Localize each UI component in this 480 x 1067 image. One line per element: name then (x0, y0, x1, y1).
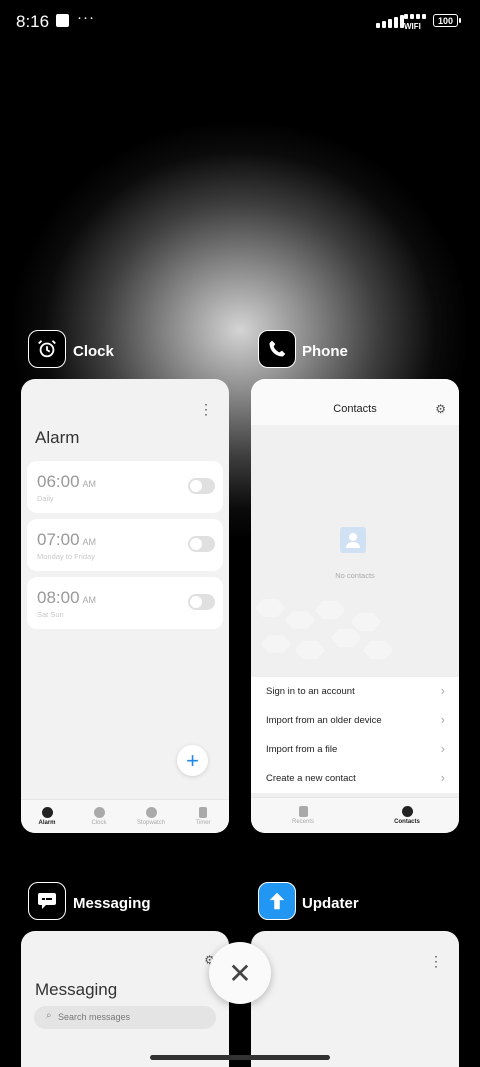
menu-label: Sign in to an account (266, 686, 355, 697)
home-gesture-bar[interactable] (150, 1055, 330, 1060)
alarm-row[interactable]: 07:00 AM Monday to Friday (27, 519, 223, 571)
hex-pattern (285, 611, 315, 629)
overflow-menu-icon[interactable]: ⋮ (199, 401, 213, 418)
phone-app-card[interactable]: Contacts ⚙ No contacts Sign in to an acc… (251, 379, 459, 833)
tab-recents[interactable]: Recents (251, 798, 355, 833)
phone-tab-bar: Recents Contacts (251, 797, 459, 833)
messaging-app-card[interactable]: ⚙ Messaging ⌕ Search messages (21, 931, 229, 1067)
wifi-icon (404, 13, 426, 19)
alarm-repeat: Sat Sun (37, 610, 64, 619)
search-input[interactable]: ⌕ Search messages (34, 1006, 216, 1029)
alarm-toggle[interactable] (188, 536, 215, 552)
tab-label: Contacts (394, 819, 420, 825)
phone-tab-icon (298, 806, 308, 817)
alarm-ampm: AM (82, 537, 97, 547)
app-label-clock: Clock (73, 343, 114, 360)
tab-label: Timer (195, 820, 211, 826)
hex-pattern (363, 641, 393, 659)
add-alarm-button[interactable]: + (177, 745, 208, 776)
tab-label: Recents (291, 819, 314, 825)
app-label-messaging: Messaging (73, 895, 151, 912)
chevron-right-icon: › (440, 741, 445, 756)
person-tab-icon (401, 806, 413, 817)
alarm-time-value: 08:00 (37, 588, 80, 607)
hex-pattern (315, 601, 345, 619)
empty-contacts-text: No contacts (335, 571, 375, 580)
contact-placeholder-icon (340, 527, 366, 553)
menu-import-older-device[interactable]: Import from an older device › (251, 706, 459, 735)
alarm-tab-icon (41, 807, 53, 818)
overflow-menu-icon[interactable]: ⋮ (429, 953, 443, 970)
hourglass-tab-icon (199, 807, 207, 818)
tab-contacts[interactable]: Contacts (355, 798, 459, 833)
signal-icon (376, 14, 404, 28)
arrow-up-icon[interactable] (258, 882, 296, 920)
tab-clock[interactable]: Clock (73, 800, 125, 833)
status-bar: 8:16 ··· WIFI 100 (0, 0, 480, 44)
hex-pattern (331, 629, 361, 647)
chevron-right-icon: › (440, 770, 445, 785)
contacts-title: Contacts (333, 403, 377, 415)
close-icon: ✕ (228, 957, 252, 989)
phone-handset-icon[interactable] (258, 330, 296, 368)
clear-all-button[interactable]: ✕ (209, 942, 271, 1004)
alarm-toggle[interactable] (188, 594, 215, 610)
stopwatch-tab-icon (145, 807, 157, 818)
tab-label: Stopwatch (136, 820, 166, 826)
alarm-time-value: 07:00 (37, 530, 80, 549)
alarm-page-title: Alarm (35, 428, 80, 447)
alarm-repeat: Daily (37, 494, 54, 503)
tab-stopwatch[interactable]: Stopwatch (125, 800, 177, 833)
hex-pattern (261, 635, 291, 653)
battery-level: 100 (437, 15, 454, 26)
updater-app-card[interactable]: ⋮ (251, 931, 459, 1067)
alarm-time: 07:00 AM (37, 530, 96, 550)
app-label-updater: Updater (302, 895, 359, 912)
tab-timer[interactable]: Timer (177, 800, 229, 833)
search-icon: ⌕ (46, 1010, 52, 1021)
tab-alarm[interactable]: Alarm (21, 800, 73, 833)
menu-sign-in[interactable]: Sign in to an account › (251, 677, 459, 706)
hex-pattern (351, 613, 381, 631)
notification-square-icon (56, 14, 69, 27)
hex-pattern (295, 641, 325, 659)
menu-create-contact[interactable]: Create a new contact › (251, 764, 459, 793)
alarm-ampm: AM (82, 595, 97, 605)
search-placeholder: Search messages (58, 1012, 131, 1022)
menu-label: Import from a file (266, 744, 338, 755)
chevron-right-icon: › (440, 712, 445, 727)
app-label-phone: Phone (302, 343, 348, 360)
status-time: 8:16 (16, 12, 50, 31)
wifi-label: WIFI (404, 22, 421, 31)
alarm-time: 06:00 AM (37, 472, 96, 492)
clock-app-card[interactable]: ⋮ Alarm 06:00 AM Daily 07:00 AM Monday to … (21, 379, 229, 833)
settings-gear-icon[interactable]: ⚙ (435, 402, 446, 416)
clock-tab-bar: Alarm Clock Stopwatch Timer (21, 799, 229, 833)
alarm-row[interactable]: 08:00 AM Sat Sun (27, 577, 223, 629)
alarm-clock-icon[interactable] (28, 330, 66, 368)
clock-tab-icon (93, 807, 105, 818)
chevron-right-icon: › (440, 683, 445, 698)
tab-label: Alarm (38, 820, 56, 826)
more-notifications-icon: ··· (77, 9, 95, 26)
alarm-repeat: Monday to Friday (37, 552, 95, 561)
alarm-row[interactable]: 06:00 AM Daily (27, 461, 223, 513)
menu-label: Import from an older device (266, 715, 382, 726)
menu-import-file[interactable]: Import from a file › (251, 735, 459, 764)
hex-pattern (255, 599, 285, 617)
tab-label: Clock (91, 820, 107, 826)
alarm-toggle[interactable] (188, 478, 215, 494)
alarm-ampm: AM (82, 479, 97, 489)
messaging-title: Messaging (35, 980, 118, 999)
alarm-time: 08:00 AM (37, 588, 96, 608)
alarm-time-value: 06:00 (37, 472, 80, 491)
message-bubble-icon[interactable] (28, 882, 66, 920)
contacts-header (251, 379, 459, 425)
battery-icon: 100 (433, 14, 461, 27)
menu-label: Create a new contact (266, 773, 356, 784)
